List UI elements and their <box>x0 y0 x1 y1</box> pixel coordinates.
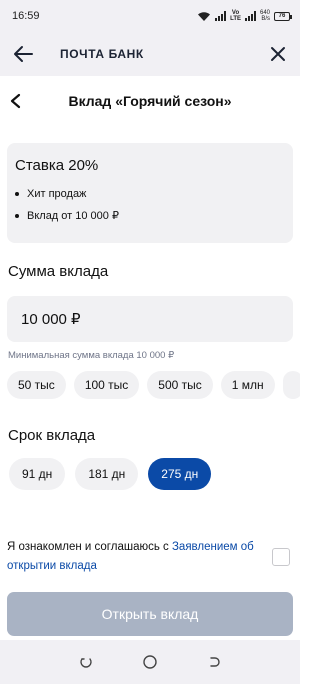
agreement-text: Я ознакомлен и соглашаюсь с Заявлением о… <box>7 538 267 576</box>
amount-chip-1m[interactable]: 1 млн <box>220 371 275 399</box>
close-icon[interactable] <box>268 44 288 64</box>
amount-chip-500k[interactable]: 500 тыс <box>147 371 213 399</box>
arrow-left-icon[interactable] <box>12 44 34 64</box>
network-indicator: Vo LTE <box>230 10 241 22</box>
amount-hint: Минимальная сумма вклада 10 000 ₽ <box>8 350 175 361</box>
rate-card: Ставка 20% Хит продаж Вклад от 10 000 ₽ <box>7 143 293 243</box>
amount-quick-options: 50 тыс 100 тыс 500 тыс 1 млн <box>0 371 300 399</box>
network-speed: 640 B/s <box>260 10 270 22</box>
amount-chip-100k[interactable]: 100 тыс <box>73 371 140 399</box>
page-title-row: Вклад «Горячий сезон» <box>0 76 300 126</box>
rate-bullet: Хит продаж <box>15 188 285 200</box>
signal-icon-2 <box>244 11 256 21</box>
network-speed-unit: B/s <box>261 16 270 22</box>
system-nav-bar <box>0 640 300 684</box>
network-type-label: LTE <box>230 16 241 22</box>
back-icon[interactable] <box>207 655 221 669</box>
agreement-label: Я ознакомлен и соглашаюсь с <box>7 541 172 553</box>
battery-level: 76 <box>278 13 286 19</box>
rate-bullet: Вклад от 10 000 ₽ <box>15 209 285 222</box>
open-deposit-button[interactable]: Открыть вклад <box>7 592 293 636</box>
recent-apps-icon[interactable] <box>79 655 93 669</box>
amount-section-title: Сумма вклада <box>8 263 109 280</box>
app-title: ПОЧТА БАНК <box>60 47 144 61</box>
agreement-checkbox[interactable] <box>272 548 290 566</box>
term-chip-275[interactable]: 275 дн <box>148 458 212 490</box>
signal-icon <box>215 11 227 21</box>
status-icons: Vo LTE 640 B/s 76 <box>197 10 292 22</box>
app-header: ПОЧТА БАНК <box>0 32 300 76</box>
term-chip-181[interactable]: 181 дн <box>75 458 139 490</box>
home-icon[interactable] <box>142 654 158 670</box>
term-options: 91 дн 181 дн 275 дн <box>0 458 300 490</box>
status-time: 16:59 <box>12 10 40 22</box>
amount-chip-more[interactable] <box>282 371 300 399</box>
rate-title: Ставка 20% <box>15 157 99 174</box>
page-title: Вклад «Горячий сезон» <box>68 93 232 109</box>
status-bar: 16:59 Vo LTE 640 B/s 76 <box>0 0 300 32</box>
term-section-title: Срок вклада <box>8 427 96 444</box>
term-chip-91[interactable]: 91 дн <box>9 458 66 490</box>
wifi-icon <box>198 11 211 21</box>
agreement-row: Я ознакомлен и соглашаюсь с Заявлением о… <box>7 538 290 576</box>
chevron-left-icon[interactable] <box>8 93 24 109</box>
battery-icon: 76 <box>274 11 292 21</box>
amount-chip-50k[interactable]: 50 тыс <box>7 371 66 399</box>
amount-input[interactable]: 10 000 ₽ <box>7 296 293 342</box>
